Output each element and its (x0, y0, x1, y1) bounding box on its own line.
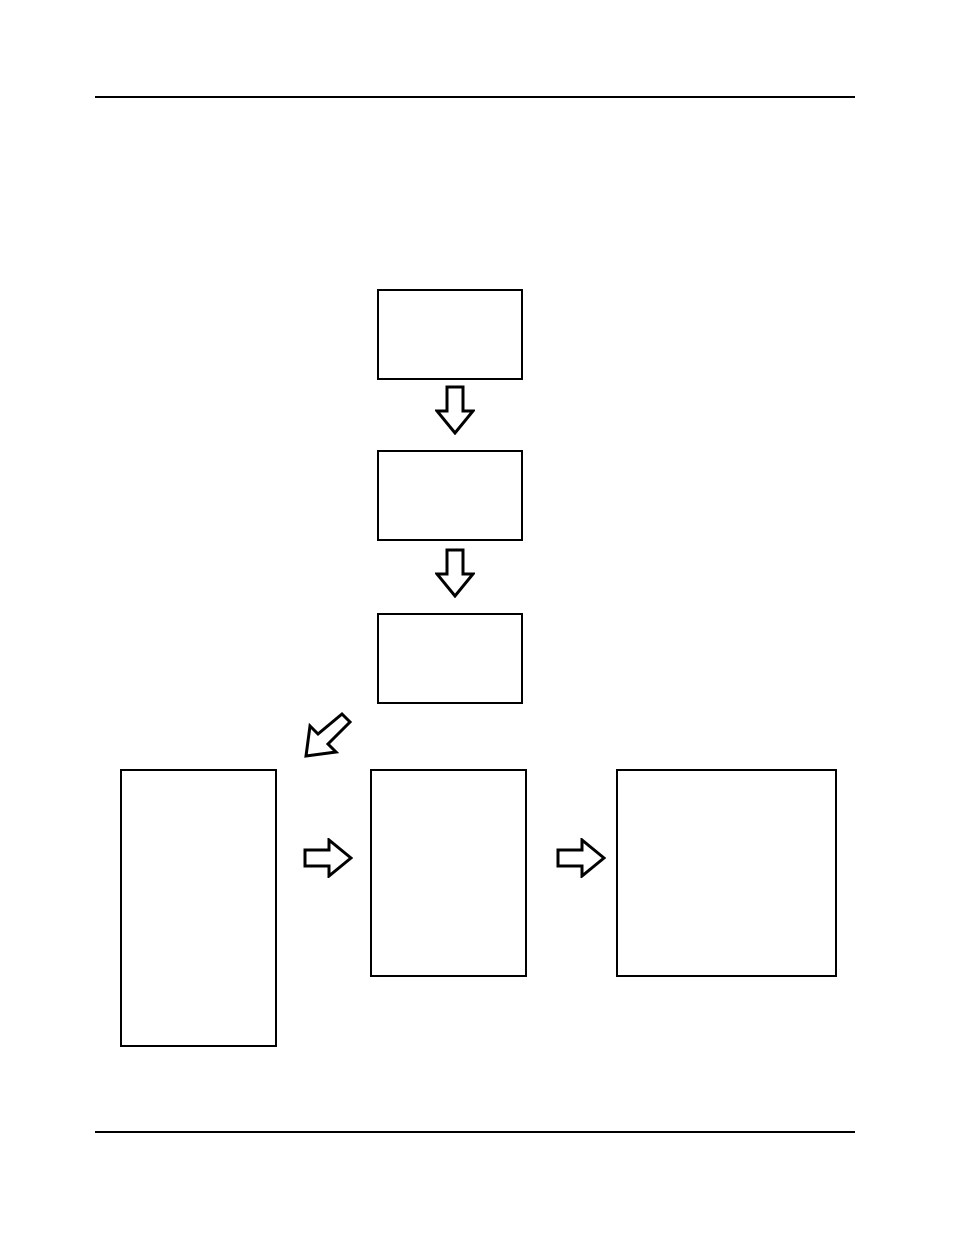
arrow-down-icon (435, 548, 475, 598)
flow-box-2 (377, 450, 523, 541)
arrow-right-icon (303, 838, 353, 878)
flow-box-4 (120, 769, 277, 1047)
hr-bottom (95, 1131, 855, 1133)
flow-box-5 (370, 769, 527, 977)
arrow-down-left-icon (302, 710, 352, 760)
arrow-right-icon (556, 838, 606, 878)
arrow-down-icon (435, 385, 475, 435)
hr-top (95, 96, 855, 98)
flow-box-6 (616, 769, 837, 977)
flow-box-1 (377, 289, 523, 380)
flow-box-3 (377, 613, 523, 704)
